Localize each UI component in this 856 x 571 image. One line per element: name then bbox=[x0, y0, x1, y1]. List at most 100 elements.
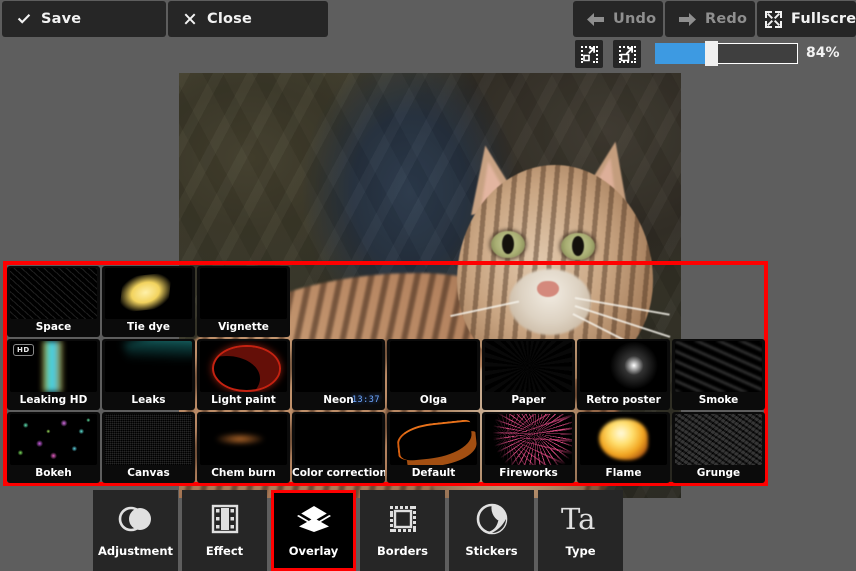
fullscreen-button-label: Fullscreen bbox=[791, 11, 856, 27]
category-button-stickers[interactable]: Stickers bbox=[449, 490, 534, 571]
sticker-icon bbox=[476, 494, 508, 544]
overlay-thumbnail[interactable]: Leaks bbox=[102, 339, 195, 410]
zoom-slider-fill bbox=[655, 43, 711, 64]
overlay-thumbnail[interactable]: Retro poster bbox=[577, 339, 670, 410]
overlay-thumbnail-preview bbox=[485, 341, 572, 392]
top-toolbar: Save Close Undo Redo Fullscreen bbox=[0, 0, 856, 38]
overlay-thumbnail[interactable]: Color correction bbox=[292, 412, 385, 483]
overlay-thumbnail-row: Bokeh Canvas Chem burn Color correction Defa… bbox=[7, 411, 765, 484]
svg-text:Ta: Ta bbox=[561, 503, 595, 535]
overlay-thumbnail-preview bbox=[105, 414, 192, 465]
overlay-thumbnail-preview bbox=[675, 341, 762, 392]
overlay-thumbnail-label: Space bbox=[35, 321, 72, 333]
arrow-left-icon bbox=[587, 12, 604, 26]
overlay-thumbnail[interactable]: Flame bbox=[577, 412, 670, 483]
close-button[interactable]: Close bbox=[168, 1, 328, 37]
category-button-borders[interactable]: Borders bbox=[360, 490, 445, 571]
overlay-thumbnail-preview bbox=[200, 268, 287, 319]
overlay-thumbnail[interactable]: Smoke bbox=[672, 339, 765, 410]
fullscreen-button[interactable]: Fullscreen bbox=[757, 1, 856, 37]
category-button-type[interactable]: Ta Type bbox=[538, 490, 623, 571]
overlay-thumbnail-preview bbox=[390, 341, 477, 392]
fill-screen-icon bbox=[618, 45, 636, 63]
overlay-thumbnail-label: Olga bbox=[419, 394, 448, 406]
overlay-thumbnail-label: Retro poster bbox=[586, 394, 661, 406]
category-button-label: Borders bbox=[377, 544, 428, 558]
overlay-thumbnail-label: Default bbox=[411, 467, 456, 479]
overlay-thumbnail-preview bbox=[105, 268, 192, 319]
close-icon bbox=[184, 13, 196, 25]
frame-icon bbox=[388, 494, 418, 544]
zoom-percent-label: 84% bbox=[806, 45, 840, 61]
zoom-toolbar: 84% bbox=[0, 40, 856, 68]
category-button-overlay[interactable]: Overlay bbox=[271, 490, 356, 571]
overlay-thumbnail[interactable]: 13:37 Neon bbox=[292, 339, 385, 410]
overlay-thumbnail-preview bbox=[200, 414, 287, 465]
overlay-thumbnail[interactable]: Paper bbox=[482, 339, 575, 410]
overlay-thumbnail-label: Smoke bbox=[698, 394, 739, 406]
overlay-thumbnail-row: HD Leaking HD Leaks Light paint 13:37 Neon Olg… bbox=[7, 338, 765, 411]
overlay-thumbnail-preview bbox=[390, 414, 477, 465]
redo-button-label: Redo bbox=[705, 11, 748, 27]
category-button-label: Effect bbox=[205, 544, 244, 558]
overlay-thumbnail[interactable]: HD Leaking HD bbox=[7, 339, 100, 410]
overlay-thumbnail-label: Flame bbox=[605, 467, 642, 479]
save-button[interactable]: Save bbox=[2, 1, 166, 37]
arrow-right-icon bbox=[679, 12, 696, 26]
category-button-label: Adjustment bbox=[97, 544, 174, 558]
type-icon: Ta bbox=[560, 494, 602, 544]
overlay-thumbnail-preview bbox=[10, 414, 97, 465]
overlay-thumbnail[interactable]: Default bbox=[387, 412, 480, 483]
overlay-thumbnail-label: Vignette bbox=[218, 321, 269, 333]
redo-button[interactable]: Redo bbox=[665, 1, 755, 37]
overlay-thumbnail-panel[interactable]: Space Tie dye Vignette HD Leaking HD Leaks Lig… bbox=[3, 261, 768, 486]
hd-badge: HD bbox=[13, 344, 34, 356]
category-button-label: Type bbox=[565, 544, 596, 558]
overlay-thumbnail-label: Leaking HD bbox=[19, 394, 88, 406]
check-icon bbox=[17, 14, 31, 24]
overlay-thumbnail-label: Chem burn bbox=[211, 467, 276, 479]
overlay-thumbnail-preview bbox=[580, 341, 667, 392]
fill-screen-button[interactable] bbox=[613, 40, 641, 68]
undo-button-label: Undo bbox=[613, 11, 657, 27]
category-button-adjustment[interactable]: Adjustment bbox=[93, 490, 178, 571]
fit-to-screen-icon bbox=[580, 45, 598, 63]
overlay-thumbnail[interactable]: Fireworks bbox=[482, 412, 575, 483]
overlay-thumbnail[interactable]: Canvas bbox=[102, 412, 195, 483]
category-toolbar: Adjustment Effect Overlay Borders Stickers Ta… bbox=[93, 490, 627, 571]
save-button-label: Save bbox=[41, 11, 82, 27]
overlay-thumbnail-label: Leaks bbox=[131, 394, 166, 406]
layers-icon bbox=[295, 494, 333, 544]
overlay-thumbnail-label: Canvas bbox=[127, 467, 170, 479]
overlay-thumbnail[interactable]: Tie dye bbox=[102, 266, 195, 337]
overlay-thumbnail[interactable]: Space bbox=[7, 266, 100, 337]
overlay-thumbnail-label: Tie dye bbox=[126, 321, 171, 333]
overlay-thumbnail-label: Grunge bbox=[696, 467, 741, 479]
overlay-thumbnail-row: Space Tie dye Vignette bbox=[7, 265, 764, 338]
overlay-thumbnail[interactable]: Olga bbox=[387, 339, 480, 410]
overlay-thumbnail-label: Fireworks bbox=[499, 467, 558, 479]
overlay-thumbnail-preview bbox=[580, 414, 667, 465]
photo-editor-window: Save Close Undo Redo Fullscreen bbox=[0, 0, 856, 571]
undo-button[interactable]: Undo bbox=[573, 1, 663, 37]
zoom-slider-handle[interactable] bbox=[705, 41, 718, 66]
category-button-effect[interactable]: Effect bbox=[182, 490, 267, 571]
category-button-label: Stickers bbox=[465, 544, 518, 558]
neon-clock-text: 13:37 bbox=[351, 395, 380, 405]
overlay-thumbnail-preview bbox=[10, 268, 97, 319]
category-button-label: Overlay bbox=[288, 544, 339, 558]
overlay-thumbnail[interactable]: Bokeh bbox=[7, 412, 100, 483]
overlay-thumbnail-label: Color correction bbox=[292, 467, 385, 479]
zoom-slider[interactable] bbox=[655, 41, 798, 66]
overlay-thumbnail[interactable]: Light paint bbox=[197, 339, 290, 410]
fit-to-screen-button[interactable] bbox=[575, 40, 603, 68]
overlay-thumbnail-preview bbox=[295, 414, 382, 465]
overlay-thumbnail-label: Light paint bbox=[211, 394, 276, 406]
adjustment-icon bbox=[118, 494, 154, 544]
overlay-thumbnail-label: Paper bbox=[511, 394, 546, 406]
overlay-thumbnail[interactable]: Vignette bbox=[197, 266, 290, 337]
overlay-thumbnail[interactable]: Grunge bbox=[672, 412, 765, 483]
overlay-thumbnail-preview bbox=[675, 414, 762, 465]
overlay-thumbnail[interactable]: Chem burn bbox=[197, 412, 290, 483]
overlay-thumbnail-preview bbox=[295, 341, 382, 392]
